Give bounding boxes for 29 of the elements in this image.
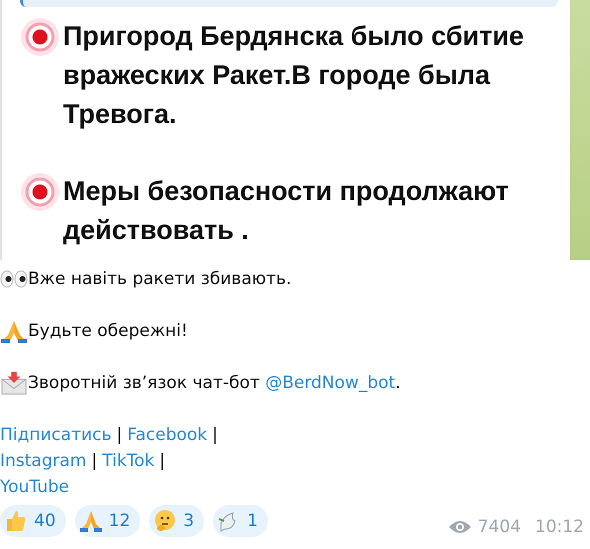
- alert-text: Меры безопасности продолжают действовать .: [63, 175, 510, 247]
- envelope-icon: [0, 371, 28, 395]
- message-time: 10:12: [535, 517, 584, 537]
- praying-hands-icon: [78, 509, 103, 533]
- praying-hands-icon: [0, 319, 28, 343]
- reaction-button[interactable]: 3: [149, 505, 204, 537]
- thinking-face-icon: [153, 509, 178, 533]
- view-count: 7404: [478, 517, 521, 537]
- separator: |: [116, 424, 122, 447]
- target-icon: [20, 172, 60, 212]
- message-text: Вже навіть ракети збивають.: [28, 268, 292, 291]
- social-link[interactable]: YouTube: [0, 474, 70, 500]
- thumbs-up-icon: [4, 509, 28, 533]
- alert-text: Пригород Бердянска было сбитие вражеских Ракет.В городе была Тревога.: [63, 20, 525, 131]
- separator: |: [212, 424, 218, 447]
- social-link[interactable]: Instagram: [0, 448, 86, 474]
- target-icon: [20, 17, 60, 57]
- bot-link[interactable]: @BerdNow_bot: [265, 373, 396, 393]
- social-link[interactable]: Facebook: [127, 422, 208, 448]
- message-text: Будьте обережні!: [28, 320, 188, 343]
- social-link[interactable]: Підписатись: [0, 422, 112, 448]
- reaction-button[interactable]: 1: [213, 505, 268, 537]
- social-link[interactable]: TikTok: [102, 448, 154, 474]
- message-text: Зворотній зв’язок чат-бот @BerdNow_bot.: [28, 372, 401, 395]
- eye-icon: [448, 519, 472, 535]
- reaction-button[interactable]: 12: [74, 505, 140, 537]
- reaction-button[interactable]: 40: [0, 505, 66, 537]
- separator: |: [159, 450, 166, 473]
- separator: |: [92, 450, 98, 473]
